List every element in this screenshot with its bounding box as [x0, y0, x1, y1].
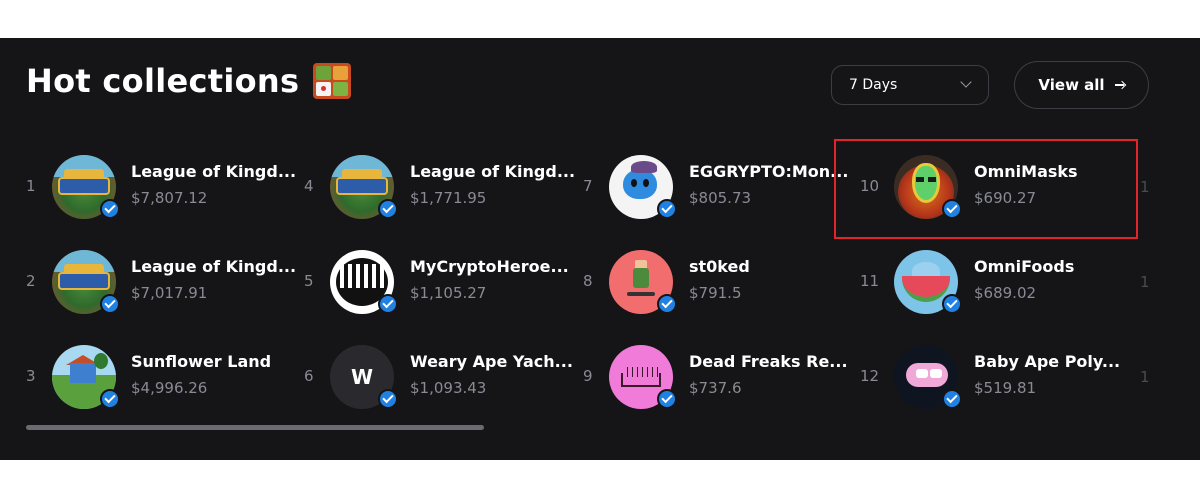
verified-badge-icon [657, 389, 677, 409]
collection-price: $7,807.12 [131, 189, 208, 207]
collection-price: $791.5 [689, 284, 742, 302]
verified-badge-icon [657, 294, 677, 314]
collection-name[interactable]: MyCryptoHeroe... [410, 257, 569, 276]
collection-price: $737.6 [689, 379, 742, 397]
view-all-label: View all [1038, 76, 1105, 94]
next-column-rank: 1 [1140, 273, 1150, 291]
timeframe-value: 7 Days [849, 77, 898, 93]
collection-item[interactable]: 4 League of Kingd... $1,771.95 [304, 155, 575, 221]
collection-rank: 8 [583, 272, 593, 290]
collection-rank: 11 [860, 272, 880, 290]
next-column-rank: 1 [1140, 178, 1150, 196]
collection-item[interactable]: 11 OmniFoods $689.02 [860, 250, 1130, 316]
collection-name[interactable]: Weary Ape Yach... [410, 352, 573, 371]
collection-rank: 7 [583, 177, 593, 195]
collection-item[interactable]: 2 League of Kingd... $7,017.91 [26, 250, 296, 316]
collection-item[interactable]: 12 Baby Ape Poly... $519.81 [860, 345, 1130, 411]
chevron-down-icon [960, 76, 972, 88]
collection-rank: 3 [26, 367, 36, 385]
verified-badge-icon [100, 389, 120, 409]
collection-price: $689.02 [974, 284, 1037, 302]
section-title-text: Hot collections [26, 62, 300, 100]
horizontal-scrollbar[interactable] [26, 425, 484, 430]
verified-badge-icon [378, 199, 398, 219]
collection-name[interactable]: st0ked [689, 257, 750, 276]
collection-item[interactable]: 9 Dead Freaks Re... $737.6 [583, 345, 853, 411]
collection-item[interactable]: 5 MyCryptoHeroe... $1,105.27 [304, 250, 574, 316]
collection-name[interactable]: EGGRYPTO:Mon... [689, 162, 848, 181]
collection-name[interactable]: League of Kingd... [131, 257, 296, 276]
collection-item[interactable]: 8 st0ked $791.5 [583, 250, 853, 316]
collection-price: $1,105.27 [410, 284, 487, 302]
collection-rank: 5 [304, 272, 314, 290]
highlight-box [834, 139, 1138, 239]
collection-name[interactable]: League of Kingd... [410, 162, 575, 181]
collection-price: $1,771.95 [410, 189, 487, 207]
collection-item[interactable]: 1 League of Kingd... $7,807.12 [26, 155, 296, 221]
collection-name[interactable]: OmniFoods [974, 257, 1074, 276]
verified-badge-icon [942, 389, 962, 409]
collection-name[interactable]: Sunflower Land [131, 352, 271, 371]
section-title: Hot collections [26, 62, 352, 100]
collection-rank: 12 [860, 367, 880, 385]
collection-rank: 2 [26, 272, 36, 290]
collection-price: $7,017.91 [131, 284, 208, 302]
verified-badge-icon [378, 389, 398, 409]
collection-price: $805.73 [689, 189, 752, 207]
view-all-button[interactable]: View all [1014, 61, 1149, 109]
collection-rank: 6 [304, 367, 314, 385]
bento-box-icon [313, 63, 352, 99]
verified-badge-icon [100, 294, 120, 314]
verified-badge-icon [100, 199, 120, 219]
hot-collections-panel: Hot collections 7 Days View all 1 League… [0, 38, 1200, 460]
verified-badge-icon [657, 199, 677, 219]
verified-badge-icon [378, 294, 398, 314]
timeframe-dropdown[interactable]: 7 Days [831, 65, 989, 105]
next-column-rank: 1 [1140, 368, 1150, 386]
collection-item[interactable]: 6 W Weary Ape Yach... $1,093.43 [304, 345, 574, 411]
collection-rank: 1 [26, 177, 36, 195]
collection-name[interactable]: League of Kingd... [131, 162, 296, 181]
collection-rank: 4 [304, 177, 314, 195]
collection-price: $4,996.26 [131, 379, 208, 397]
collection-price: $519.81 [974, 379, 1037, 397]
arrow-right-icon [1114, 80, 1125, 90]
collection-item[interactable]: 3 Sunflower Land $4,996.26 [26, 345, 296, 411]
collection-price: $1,093.43 [410, 379, 487, 397]
collection-name[interactable]: Baby Ape Poly... [974, 352, 1120, 371]
collection-item[interactable]: 7 EGGRYPTO:Mon... $805.73 [583, 155, 853, 221]
collection-name[interactable]: Dead Freaks Re... [689, 352, 848, 371]
collection-rank: 9 [583, 367, 593, 385]
verified-badge-icon [942, 294, 962, 314]
